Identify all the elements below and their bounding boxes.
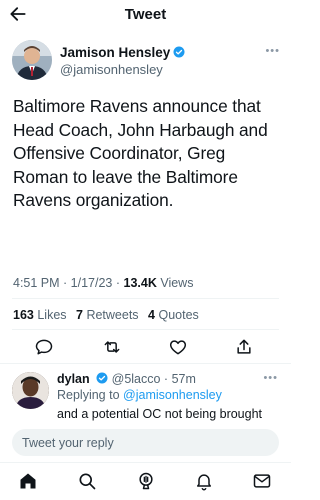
author-name-text: Jamison Hensley [60, 45, 171, 60]
author-name[interactable]: Jamison Hensley [60, 45, 185, 60]
replying-to: Replying to @jamisonhensley [57, 388, 222, 402]
tweet-actions [34, 337, 256, 357]
reply-text: and a potential OC not being brought [57, 407, 263, 421]
author-avatar[interactable] [12, 40, 52, 80]
reply-avatar[interactable] [12, 372, 49, 409]
tweet-text: Baltimore Ravens announce that Head Coac… [13, 96, 268, 210]
reply-icon[interactable] [34, 337, 54, 357]
tweet-date: 1/17/23 [70, 276, 113, 290]
retweets-count: 7 [76, 308, 83, 322]
tweet-meta: 4:51 PM · 1/17/23 · 13.4K Views [13, 276, 194, 290]
reply-header: dylan @5lacco · 57m [57, 372, 196, 386]
home-icon[interactable] [18, 471, 38, 491]
reply-composer [12, 429, 279, 456]
more-options-icon[interactable]: ••• [263, 372, 278, 384]
reply-tweet[interactable]: dylan @5lacco · 57m Replying to @jamison… [0, 363, 291, 425]
likes-stat[interactable]: 163 Likes [13, 308, 67, 322]
replying-prefix: Replying to [57, 388, 120, 402]
tweet-author: Jamison Hensley @jamisonhensley ••• [12, 40, 282, 84]
bottom-tab-bar [0, 462, 291, 500]
divider [12, 329, 279, 330]
views-count: 13.4K [123, 276, 157, 290]
tweet-stats: 163 Likes 7 Retweets 4 Quotes [13, 308, 205, 322]
verified-badge-icon [96, 372, 108, 384]
page-title: Tweet [124, 6, 167, 23]
quotes-stat[interactable]: 4 Quotes [148, 308, 199, 322]
reply-input[interactable] [12, 429, 279, 456]
quotes-label: Quotes [158, 308, 199, 322]
tweet-time: 4:51 PM [13, 276, 60, 290]
top-bar: Tweet [0, 0, 291, 30]
reply-time: 57m [171, 372, 196, 386]
retweet-icon[interactable] [102, 337, 122, 357]
spaces-icon[interactable] [136, 471, 156, 491]
search-icon[interactable] [77, 471, 97, 491]
like-icon[interactable] [168, 337, 188, 357]
more-options-icon[interactable]: ••• [265, 45, 280, 57]
reply-author-handle[interactable]: @5lacco [112, 372, 161, 386]
views-label: Views [160, 276, 194, 290]
author-handle[interactable]: @jamisonhensley [60, 62, 163, 77]
retweets-stat[interactable]: 7 Retweets [76, 308, 139, 322]
divider [12, 298, 279, 299]
replying-handle-link[interactable]: @jamisonhensley [123, 388, 222, 402]
reply-author-name[interactable]: dylan [57, 372, 90, 386]
share-icon[interactable] [234, 337, 254, 357]
quotes-count: 4 [148, 308, 155, 322]
messages-icon[interactable] [252, 471, 272, 491]
retweets-label: Retweets [86, 308, 139, 322]
likes-count: 163 [13, 308, 34, 322]
notifications-icon[interactable] [194, 471, 214, 491]
verified-badge-icon [173, 46, 185, 58]
likes-label: Likes [37, 308, 67, 322]
